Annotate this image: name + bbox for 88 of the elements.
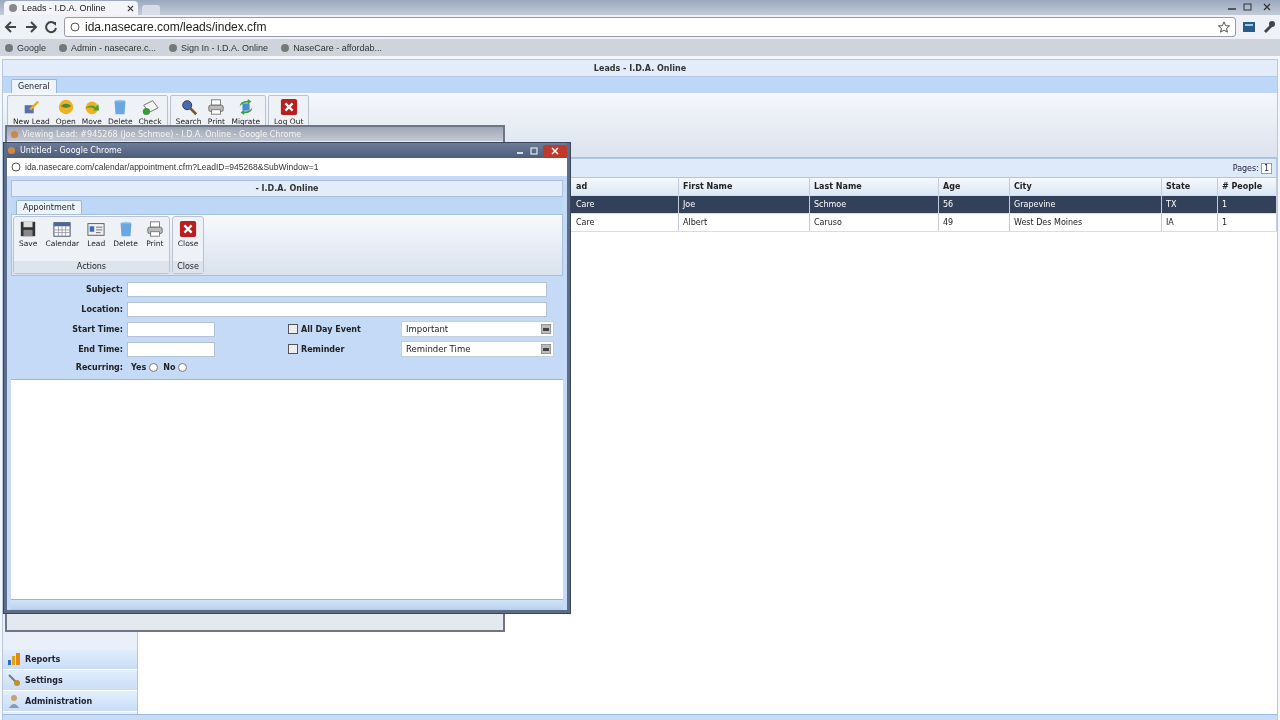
search-icon [179,98,198,116]
table-cell: 56 [939,196,1010,213]
printer-icon [145,220,164,238]
pages-label: Pages: [1232,163,1259,173]
checkbox[interactable] [288,344,298,354]
favicon-icon [280,42,291,53]
bookmark-link[interactable]: Sign In - I.D.A. Online [168,42,269,53]
page-title-bar: Leads - I.D.A. Online [3,60,1277,77]
table-cell: 49 [939,214,1010,231]
ribbon-tab[interactable]: General [11,79,57,93]
page-number-field[interactable]: 1 [1260,162,1272,174]
address-bar[interactable]: ida.nasecare.com/leads/index.cfm [64,17,1236,37]
favicon-icon [4,42,14,53]
globe-icon [56,98,75,116]
id-card-icon [87,220,106,238]
table-cell: 1 [1218,196,1277,213]
url-text: ida.nasecare.com/calendar/appointment.cfm?LeadID=945268&SubWindow=1 [25,162,319,172]
star-icon[interactable] [1218,21,1230,33]
radio-button[interactable] [178,362,188,372]
checkbox-label: Reminder [301,344,346,354]
window-title: Untitled - Google Chrome [20,146,123,155]
globe-icon [11,162,21,172]
envelope-icon [141,98,160,116]
table-cell: IA [1162,214,1218,231]
favicon-icon [168,42,179,53]
field-label: Location: [80,304,124,314]
reminder-time-dropdown[interactable]: Reminder Time [401,341,554,357]
group-label: Close [172,261,204,273]
bookmark-link[interactable]: NaseCare - affordab... [280,42,382,53]
calendar-icon [53,220,72,238]
subject-field[interactable] [127,281,547,297]
sidebar-item[interactable]: Administration [3,691,137,712]
table-cell: Albert [679,214,810,231]
reload-icon[interactable] [44,20,58,34]
table-cell: TX [1162,196,1218,213]
sidebar-item[interactable]: Settings [3,670,137,691]
person-icon [7,694,21,708]
bookmark-link[interactable]: Admin - nasecare.c... [58,42,157,53]
table-cell: Schmoe [810,196,939,213]
column-header[interactable]: Age [939,178,1010,195]
bookmark-link[interactable]: Google [4,42,47,53]
table-cell: 1 [1218,214,1277,231]
table-cell: Caruso [810,214,939,231]
close-icon [279,98,298,116]
close-icon [179,220,198,238]
browser-tab[interactable]: Leads - I.D.A. Online [4,1,138,15]
field-label: Start Time: [71,324,124,334]
pencil-icon [22,98,41,116]
extension-icon[interactable] [1242,20,1256,34]
checkbox-label: All Day Event [301,324,362,334]
printer-icon [207,98,226,116]
radio-label: Yes [131,362,147,372]
column-header[interactable]: State [1162,178,1218,195]
globe-icon [70,22,80,32]
maximize-icon[interactable] [529,146,539,155]
group-label: Actions [14,261,169,273]
column-header[interactable]: # People [1218,178,1277,195]
page-title-bar: - I.D.A. Online [11,180,563,197]
start-time-field[interactable] [127,321,215,337]
close-icon[interactable] [543,144,567,157]
checkbox[interactable] [288,324,298,334]
window-title: Viewing Lead: #945268 (Joe Schmoe) - I.D.A. Online - Google Chrome [22,129,302,139]
column-header[interactable]: Last Name [810,178,939,195]
table-cell: Joe [679,196,810,213]
wrench-icon[interactable] [1262,20,1276,34]
field-label: Recurring: [74,362,124,372]
back-arrow-icon[interactable] [4,20,18,34]
favicon-icon [8,3,18,13]
field-label: End Time: [77,344,124,354]
radio-button[interactable] [149,362,159,372]
close-icon[interactable] [127,4,134,12]
location-field[interactable] [127,301,547,317]
end-time-field[interactable] [127,341,215,357]
dropdown-icon[interactable] [541,344,551,354]
column-header[interactable]: First Name [679,178,810,195]
wrench-icon [7,673,21,687]
bar-chart-icon [7,652,21,666]
priority-dropdown[interactable]: Important [401,321,554,337]
sidebar-item[interactable]: Reports [3,649,137,670]
column-header[interactable]: City [1010,178,1162,195]
table-cell: Grapevine [1010,196,1162,213]
field-label: Subject: [84,284,124,294]
radio-label: No [163,362,176,372]
favicon-icon [58,42,69,53]
forward-arrow-icon[interactable] [24,20,38,34]
table-cell: West Des Moines [1010,214,1162,231]
dropdown-icon[interactable] [541,324,551,334]
ribbon-tab[interactable]: Appointment [16,200,82,214]
